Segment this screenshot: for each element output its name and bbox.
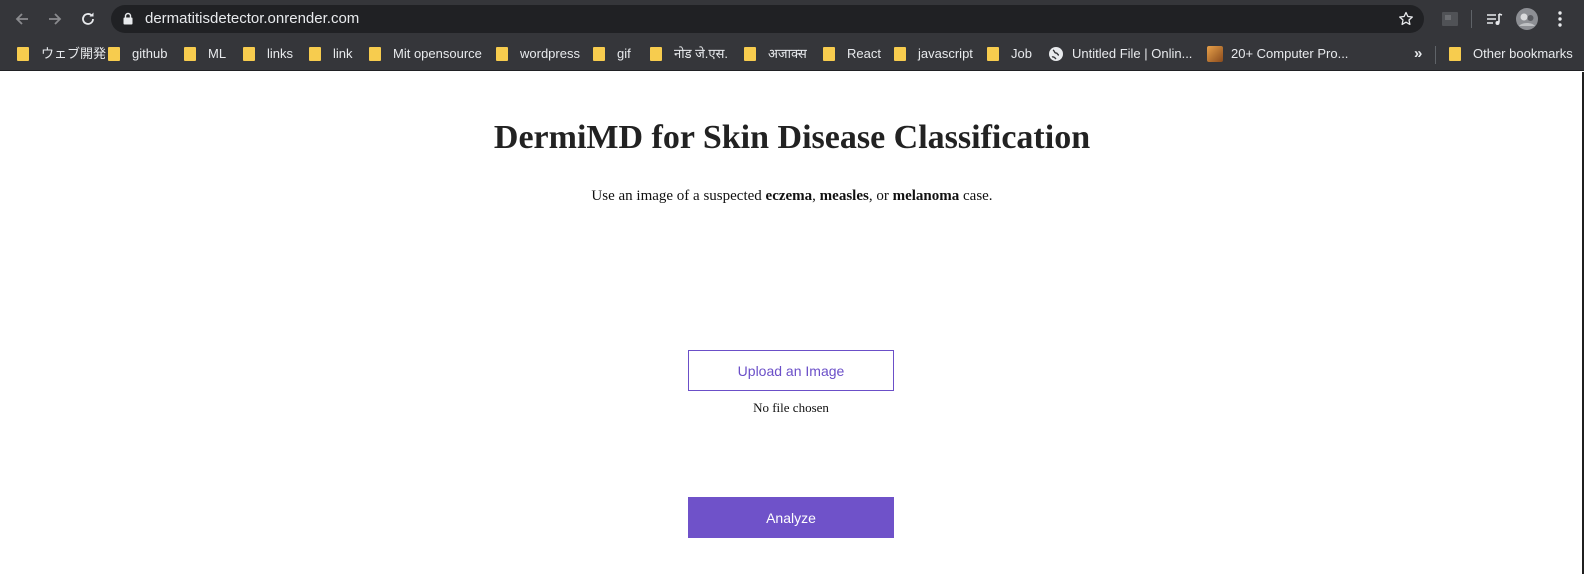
subtitle-text: ,	[812, 188, 820, 204]
browser-toolbar: dermatitisdetector.onrender.com	[0, 0, 1584, 38]
bookmarks-divider	[1435, 46, 1436, 64]
bookmark-label: link	[333, 46, 353, 61]
folder-icon	[309, 47, 321, 61]
bookmark-item[interactable]: अजाक्स	[744, 44, 807, 64]
media-control-icon[interactable]	[1482, 7, 1506, 31]
lock-icon	[123, 12, 133, 25]
bookmark-label: 20+ Computer Pro...	[1231, 46, 1349, 61]
page-title: DermiMD for Skin Disease Classification	[493, 119, 1091, 156]
folder-icon	[1449, 47, 1461, 61]
upload-image-button[interactable]: Upload an Image	[688, 350, 894, 391]
bookmark-label: javascript	[918, 46, 973, 61]
bookmark-label: links	[267, 46, 294, 61]
folder-icon	[744, 47, 756, 61]
forward-button[interactable]	[43, 7, 67, 31]
toolbar-divider	[1471, 10, 1472, 28]
folder-icon	[823, 47, 835, 61]
bookmarks-bar: ウェブ開発 github ML links link Mit opensourc…	[0, 38, 1584, 71]
bookmark-label: ウェブ開発	[41, 46, 107, 61]
bookmark-item[interactable]: नोड जे.एस.	[650, 44, 728, 64]
folder-icon	[369, 47, 381, 61]
back-button[interactable]	[10, 7, 34, 31]
bookmark-item[interactable]: Untitled File | Onlin...	[1048, 44, 1192, 64]
folder-icon	[17, 47, 29, 61]
address-bar[interactable]: dermatitisdetector.onrender.com	[111, 5, 1424, 33]
page-subtitle: Use an image of a suspected eczema, meas…	[0, 187, 1584, 205]
globe-icon	[1049, 47, 1063, 61]
bookmark-label: wordpress	[520, 46, 580, 61]
kebab-menu-icon	[1558, 11, 1562, 27]
bookmark-label: अजाक्स	[768, 46, 807, 61]
folder-icon	[987, 47, 999, 61]
site-favicon	[1207, 46, 1223, 62]
folder-icon	[108, 47, 120, 61]
reload-button[interactable]	[76, 7, 100, 31]
url-text: dermatitisdetector.onrender.com	[145, 10, 360, 27]
folder-icon	[593, 47, 605, 61]
disease-term: measles	[819, 188, 869, 204]
bookmark-label: Mit opensource	[393, 46, 482, 61]
bookmark-item[interactable]: wordpress	[496, 44, 580, 64]
bookmark-item[interactable]: Mit opensource	[369, 44, 482, 64]
bookmark-item[interactable]: React	[823, 44, 881, 64]
bookmark-label: नोड जे.एस.	[674, 46, 728, 61]
bookmark-item[interactable]: gif	[593, 44, 631, 64]
subtitle-text: Use an image of a suspected	[591, 188, 766, 204]
bookmark-label: gif	[617, 46, 631, 61]
page-content: DermiMD for Skin Disease Classification …	[0, 72, 1584, 574]
folder-icon	[243, 47, 255, 61]
bookmark-label: Untitled File | Onlin...	[1072, 46, 1193, 61]
subtitle-text: case.	[959, 188, 993, 204]
bookmark-item[interactable]: link	[309, 44, 353, 64]
puzzle-icon	[1442, 12, 1458, 26]
folder-icon	[894, 47, 906, 61]
playlist-icon	[1487, 13, 1503, 25]
other-bookmarks[interactable]: Other bookmarks	[1449, 44, 1573, 64]
arrow-right-icon	[49, 13, 62, 25]
bookmark-item[interactable]: links	[243, 44, 293, 64]
bookmark-item[interactable]: ウェブ開発	[17, 44, 106, 64]
reload-icon	[82, 12, 94, 25]
avatar-icon	[1516, 8, 1538, 30]
analyze-button[interactable]: Analyze	[688, 497, 894, 538]
bookmark-item[interactable]: ML	[184, 44, 226, 64]
bookmark-label: Other bookmarks	[1473, 46, 1573, 61]
bookmark-item[interactable]: Job	[987, 44, 1032, 64]
star-icon[interactable]	[1398, 11, 1414, 27]
bookmark-item[interactable]: 20+ Computer Pro...	[1207, 44, 1348, 64]
disease-term: melanoma	[892, 188, 960, 204]
extension-icon[interactable]	[1438, 7, 1462, 31]
folder-icon	[650, 47, 662, 61]
bookmark-item[interactable]: javascript	[894, 44, 973, 64]
more-bookmarks-chevron-icon[interactable]: »	[1414, 46, 1422, 61]
bookmark-label: github	[132, 46, 168, 61]
browser-menu-button[interactable]	[1548, 7, 1572, 31]
bookmark-label: React	[847, 46, 881, 61]
arrow-left-icon	[15, 13, 28, 25]
profile-avatar[interactable]	[1515, 7, 1539, 31]
subtitle-text: , or	[868, 188, 893, 204]
bookmark-label: Job	[1011, 46, 1032, 61]
bookmark-item[interactable]: github	[108, 44, 167, 64]
file-status-text: No file chosen	[753, 400, 829, 415]
folder-icon	[496, 47, 508, 61]
disease-term: eczema	[765, 188, 813, 204]
bookmark-label: ML	[208, 46, 227, 61]
folder-icon	[184, 47, 196, 61]
